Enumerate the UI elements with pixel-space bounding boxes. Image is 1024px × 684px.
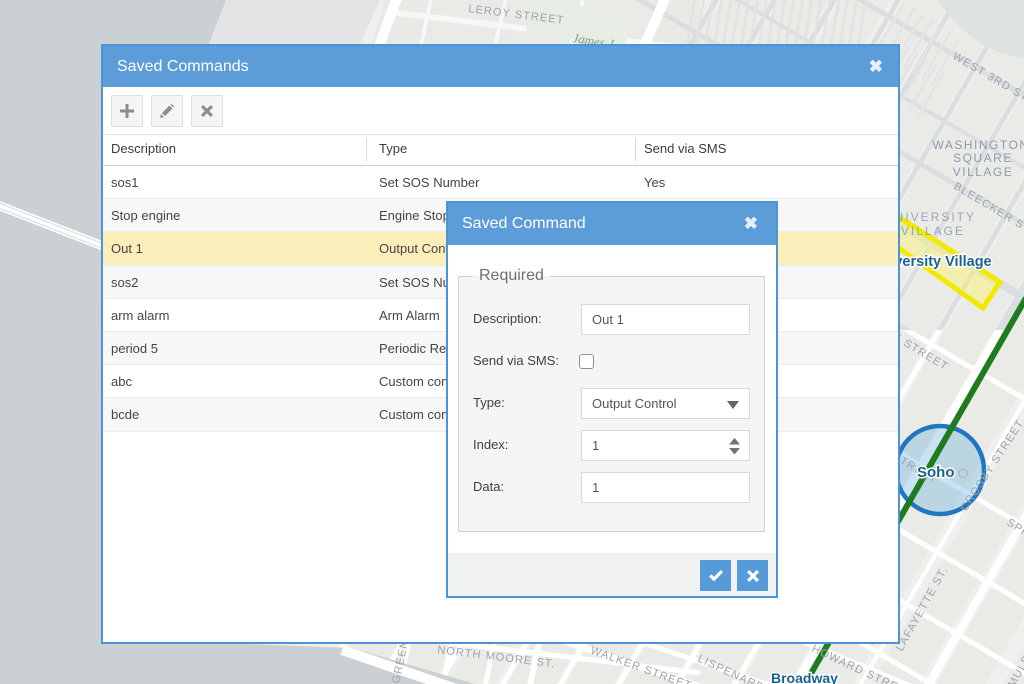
svg-text:WASHINGTON: WASHINGTON (932, 138, 1024, 152)
svg-text:VILLAGE: VILLAGE (901, 224, 965, 238)
svg-text:Soho: Soho (917, 464, 955, 481)
svg-text:Broadway: Broadway (771, 670, 838, 684)
svg-text:VILLAGE: VILLAGE (953, 165, 1014, 179)
svg-text:SQUARE: SQUARE (953, 151, 1013, 165)
